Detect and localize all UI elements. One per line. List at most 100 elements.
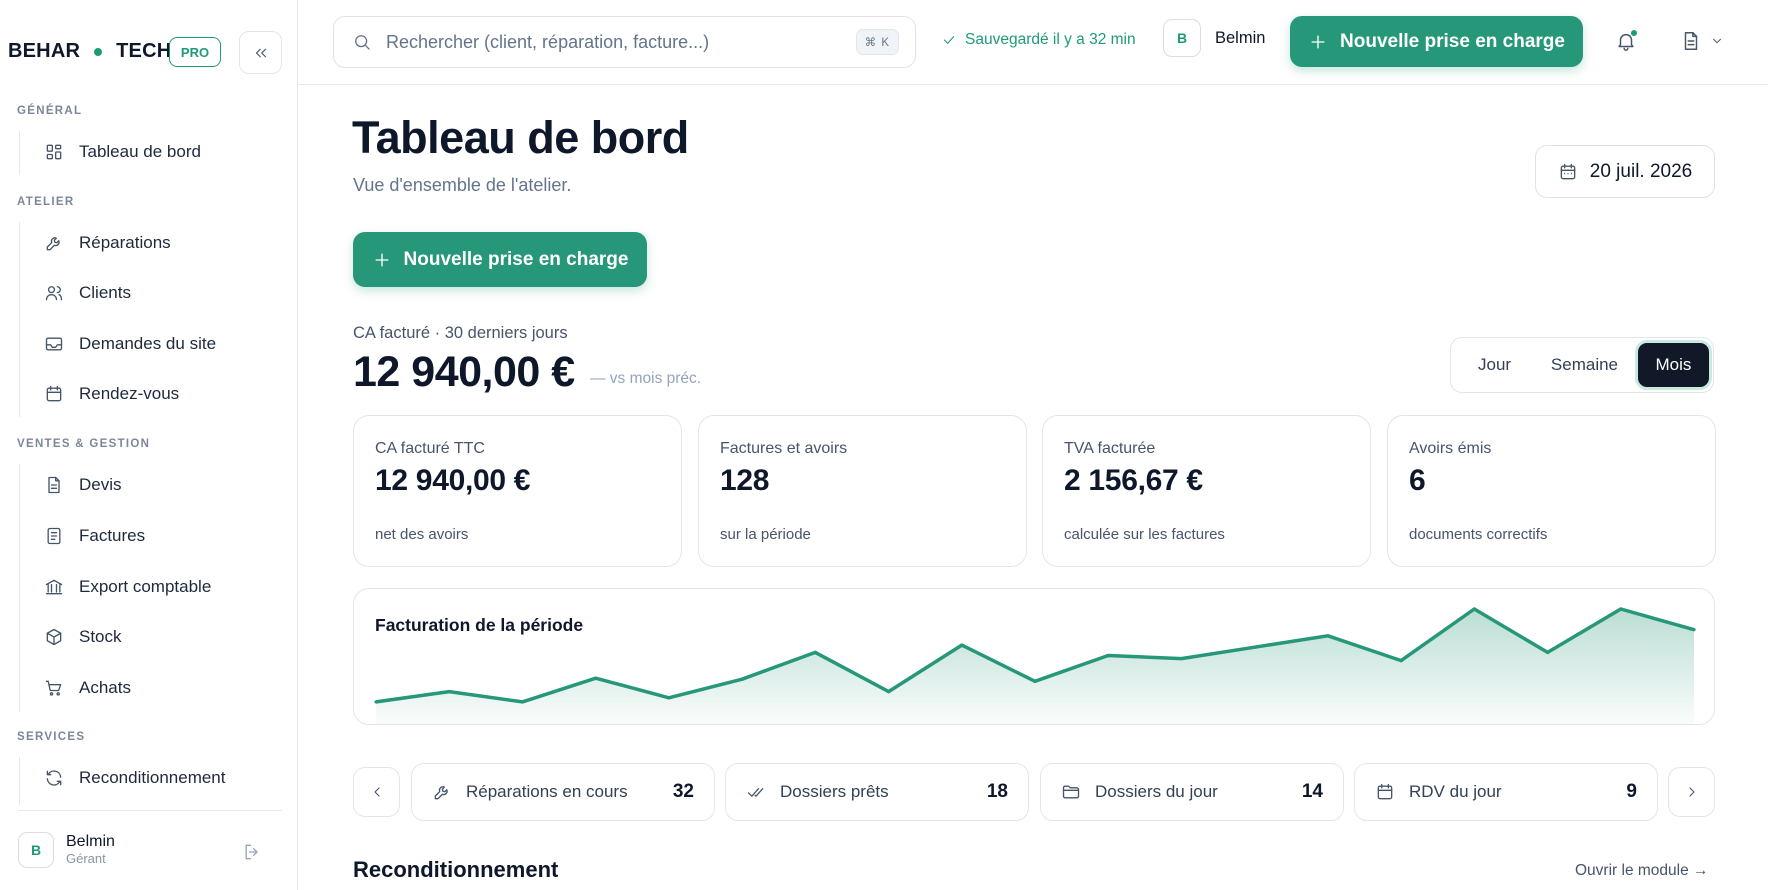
nav-group-line: [19, 222, 20, 417]
sidebar-item-label: Devis: [79, 475, 122, 494]
sidebar-item-reparations[interactable]: Réparations: [44, 227, 171, 259]
section-label-general: GÉNÉRAL: [17, 105, 83, 117]
sidebar-item-tableau-de-bord[interactable]: Tableau de bord: [44, 136, 201, 168]
sidebar-user[interactable]: B Belmin Gérant: [18, 832, 115, 868]
chart-point: [1399, 659, 1403, 663]
calendar-icon: [1375, 782, 1395, 802]
kpi-value: 128: [720, 464, 770, 497]
shortcut-badge: ⌘ K: [855, 29, 899, 55]
sidebar: BEHAR TECH PRO GÉNÉRAL Tableau de bord A…: [0, 0, 298, 890]
date-label: 20 juil. 2026: [1589, 160, 1693, 182]
stat-label: Dossiers du jour: [1095, 782, 1218, 801]
sidebar-item-clients[interactable]: Clients: [44, 277, 131, 309]
box-icon: [44, 627, 64, 647]
kpi-subtext: net des avoirs: [375, 526, 469, 543]
kpi-subtext: sur la période: [720, 526, 811, 543]
chart-point: [1619, 607, 1623, 611]
stat-value: 18: [986, 781, 1008, 802]
stat-dossiers-du-jour[interactable]: Dossiers du jour 14: [1040, 763, 1344, 821]
nav-group-line: [19, 464, 20, 712]
section-label-atelier: ATELIER: [17, 196, 75, 208]
stat-label: RDV du jour: [1409, 782, 1502, 801]
pro-badge: PRO: [169, 37, 221, 67]
notification-dot: [1630, 29, 1638, 37]
chart-point: [960, 643, 964, 647]
stat-reparations-en-cours[interactable]: Réparations en cours 32: [411, 763, 715, 821]
sidebar-item-stock[interactable]: Stock: [44, 621, 122, 653]
revenue-comparison: — vs mois préc.: [590, 370, 702, 387]
stat-label: Réparations en cours: [466, 782, 628, 801]
new-intake-button[interactable]: Nouvelle prise en charge: [353, 232, 647, 287]
sidebar-item-factures[interactable]: Factures: [44, 520, 145, 552]
kpi-card-tva: TVA facturée 2 156,67 € calculée sur les…: [1042, 415, 1371, 567]
date-picker-button[interactable]: 20 juil. 2026: [1535, 145, 1715, 198]
chart-point: [594, 676, 598, 680]
nav-group-line: [19, 757, 20, 805]
chart-point: [667, 696, 671, 700]
chart-point: [1545, 650, 1550, 654]
new-intake-button-top[interactable]: Nouvelle prise en charge: [1290, 16, 1583, 67]
double-check-icon: [746, 782, 766, 802]
grid-icon: [44, 142, 64, 162]
stats-prev-button[interactable]: [353, 767, 400, 817]
sidebar-item-label: Factures: [79, 526, 146, 545]
stat-value: 14: [1301, 781, 1323, 802]
brand-logo[interactable]: BEHAR TECH: [8, 40, 171, 63]
brand-dot: [94, 47, 103, 56]
sidebar-item-reconditionnement[interactable]: Reconditionnement: [44, 762, 225, 794]
search-bar[interactable]: ⌘ K: [333, 16, 916, 68]
kpi-label: TVA facturée: [1064, 440, 1156, 457]
chart-point: [1106, 653, 1110, 658]
chart-point: [1179, 656, 1184, 661]
chart-point: [520, 700, 525, 704]
sidebar-item-export-comptable[interactable]: Export comptable: [44, 571, 211, 603]
plus-icon: [372, 250, 392, 270]
sidebar-item-devis[interactable]: Devis: [44, 469, 122, 501]
chart-point: [1472, 607, 1476, 611]
revenue-label: CA facturé · 30 derniers jours: [353, 324, 568, 342]
sidebar-item-label: Demandes du site: [79, 334, 217, 353]
document-icon: [1680, 30, 1702, 52]
documents-menu[interactable]: [1680, 30, 1724, 52]
stat-label: Dossiers prêts: [780, 782, 889, 801]
chevron-left-icon: [369, 784, 385, 800]
folder-icon: [1061, 782, 1081, 802]
check-icon: [941, 32, 957, 48]
brand-name-right: TECH: [116, 40, 172, 62]
chart-point: [886, 690, 891, 694]
chevrons-left-icon: [252, 44, 270, 62]
section-label-ventes: VENTES & GESTION: [17, 438, 151, 450]
chart-point: [1326, 634, 1330, 638]
chevron-right-icon: [1684, 784, 1700, 800]
sidebar-item-demandes-du-site[interactable]: Demandes du site: [44, 328, 216, 360]
period-semaine[interactable]: Semaine: [1534, 343, 1635, 387]
kpi-value: 2 156,67 €: [1064, 464, 1203, 497]
stat-rdv-du-jour[interactable]: RDV du jour 9: [1354, 763, 1658, 821]
billing-chart: [374, 607, 1696, 724]
period-jour[interactable]: Jour: [1455, 343, 1534, 387]
save-status-text: Sauvegardé il y a 32 min: [965, 31, 1136, 48]
logout-icon[interactable]: [242, 842, 262, 862]
kpi-card-avoirs: Avoirs émis 6 documents correctifs: [1387, 415, 1716, 567]
cart-icon: [44, 678, 64, 698]
refresh-icon: [44, 768, 64, 788]
sidebar-item-label: Rendez-vous: [79, 384, 180, 403]
stats-next-button[interactable]: [1668, 767, 1715, 817]
topbar-user-name: Belmin: [1215, 28, 1266, 47]
inbox-icon: [44, 334, 64, 354]
sidebar-item-achats[interactable]: Achats: [44, 672, 131, 704]
kpi-subtext: calculée sur les factures: [1064, 526, 1225, 543]
open-module-link[interactable]: Ouvrir le module →: [1575, 862, 1709, 880]
period-mois[interactable]: Mois: [1637, 343, 1710, 387]
kpi-value: 12 940,00 €: [375, 464, 531, 497]
wrench-icon: [432, 782, 452, 802]
calendar-icon: [44, 384, 64, 404]
search-input[interactable]: [386, 31, 856, 53]
sidebar-item-rendez-vous[interactable]: Rendez-vous: [44, 378, 179, 410]
chart-point: [1253, 645, 1257, 649]
stat-value: 32: [672, 781, 694, 802]
topbar-user[interactable]: B Belmin: [1163, 19, 1265, 57]
stat-dossiers-prets[interactable]: Dossiers prêts 18: [725, 763, 1029, 821]
collapse-sidebar-button[interactable]: [239, 31, 282, 74]
kpi-value: 6: [1409, 464, 1426, 497]
